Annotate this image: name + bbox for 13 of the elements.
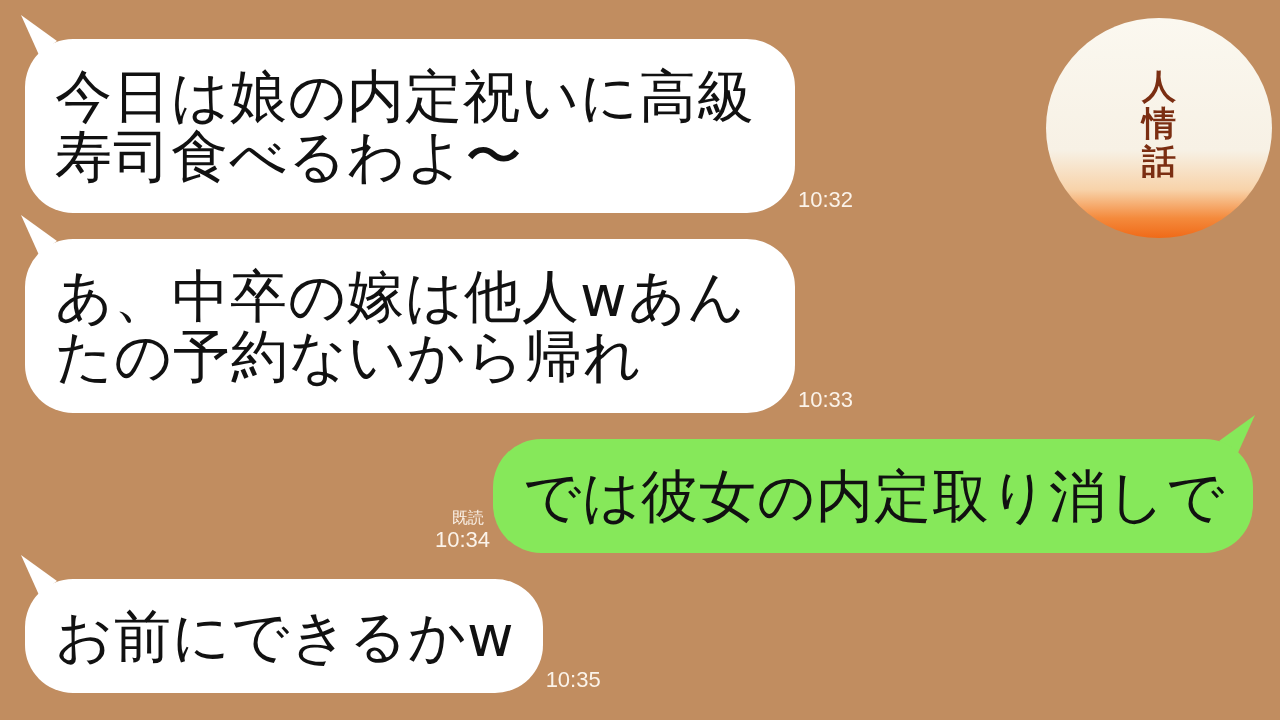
message-bubble: お前にできるかw <box>25 579 543 693</box>
speech-tail-icon <box>21 15 57 55</box>
logo-text: 人情話 <box>1142 67 1176 181</box>
message-time: 10:32 <box>798 188 854 212</box>
message-bubble: では彼女の内定取り消しで <box>493 439 1253 553</box>
message-time: 10:33 <box>798 388 854 412</box>
message-time: 10:35 <box>545 668 601 692</box>
read-receipt: 既読 <box>452 508 485 528</box>
message-bubble: あ、中卒の嫁は他人wあんたの予約ないから帰れ <box>25 239 795 413</box>
speech-tail-icon <box>21 215 57 255</box>
speech-tail-icon <box>21 555 57 595</box>
message-bubble: 今日は娘の内定祝いに高級寿司食べるわよ〜 <box>25 39 795 213</box>
message-time: 10:34 <box>434 528 490 552</box>
